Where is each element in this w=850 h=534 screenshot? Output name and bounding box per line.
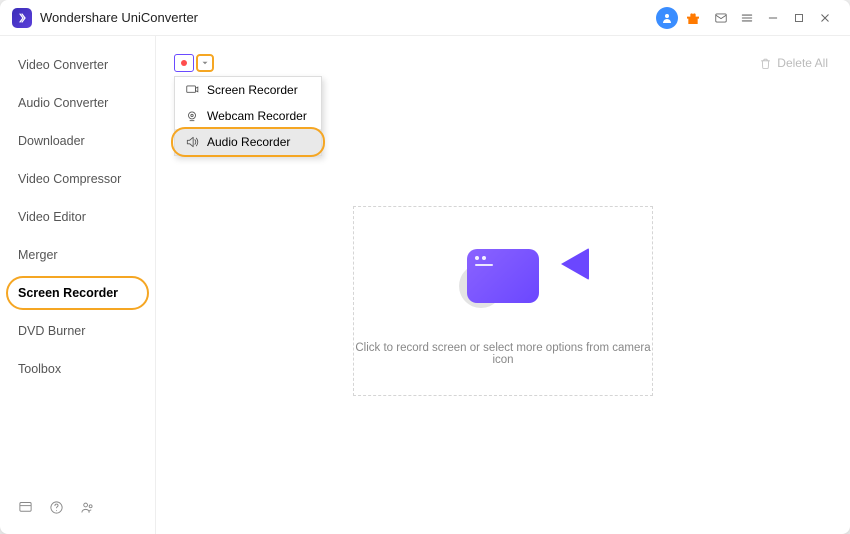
recorder-dropdown: Screen Recorder Webcam Recorder Audio Re… [174,76,322,156]
app-title: Wondershare UniConverter [40,10,198,25]
sidebar-item-downloader[interactable]: Downloader [0,122,155,160]
dropdown-item-label: Webcam Recorder [207,109,307,123]
audio-icon [185,135,199,149]
sidebar: Video Converter Audio Converter Download… [0,36,156,534]
recorder-dropdown-toggle[interactable] [196,54,214,72]
titlebar: Wondershare UniConverter [0,0,850,36]
account-icon[interactable] [656,7,678,29]
sidebar-item-label: Video Editor [18,210,86,224]
sidebar-item-audio-converter[interactable]: Audio Converter [0,84,155,122]
sidebar-item-screen-recorder[interactable]: Screen Recorder [0,274,155,312]
mail-icon[interactable] [708,5,734,31]
dropdown-item-audio-recorder[interactable]: Audio Recorder [175,129,321,155]
sidebar-item-label: DVD Burner [18,324,85,338]
minimize-button[interactable] [760,5,786,31]
sidebar-footer [0,486,155,534]
webcam-icon [185,109,199,123]
app-window: Wondershare UniConverter Video Converter… [0,0,850,534]
delete-all-label: Delete All [777,56,828,70]
record-button[interactable] [174,54,194,72]
content-area: Delete All Screen Recorder Webcam Record… [156,36,850,534]
close-button[interactable] [812,5,838,31]
dropdown-item-webcam-recorder[interactable]: Webcam Recorder [175,103,321,129]
body: Video Converter Audio Converter Download… [0,36,850,534]
sidebar-item-toolbox[interactable]: Toolbox [0,350,155,388]
sidebar-item-video-compressor[interactable]: Video Compressor [0,160,155,198]
sidebar-item-label: Video Converter [18,58,108,72]
sidebar-item-label: Audio Converter [18,96,108,110]
menu-icon[interactable] [734,5,760,31]
sidebar-item-label: Screen Recorder [18,286,118,300]
sidebar-item-video-editor[interactable]: Video Editor [0,198,155,236]
sidebar-item-label: Merger [18,248,58,262]
sidebar-item-label: Downloader [18,134,85,148]
dropdown-item-label: Screen Recorder [207,83,298,97]
sidebar-item-video-converter[interactable]: Video Converter [0,46,155,84]
toolbar: Delete All [174,50,828,76]
dropdown-item-label: Audio Recorder [207,135,290,149]
sidebar-item-dvd-burner[interactable]: DVD Burner [0,312,155,350]
app-logo [12,8,32,28]
tutorial-icon[interactable] [18,500,33,520]
drop-area-text: Click to record screen or select more op… [354,342,652,366]
camera-illustration [443,236,563,316]
dropdown-item-screen-recorder[interactable]: Screen Recorder [175,77,321,103]
maximize-button[interactable] [786,5,812,31]
record-drop-area[interactable]: Click to record screen or select more op… [353,206,653,396]
sidebar-item-label: Toolbox [18,362,61,376]
delete-all-button[interactable]: Delete All [759,56,828,70]
community-icon[interactable] [80,500,95,520]
sidebar-item-label: Video Compressor [18,172,121,186]
gift-icon[interactable] [684,9,702,27]
screen-icon [185,83,199,97]
help-icon[interactable] [49,500,64,520]
sidebar-item-merger[interactable]: Merger [0,236,155,274]
